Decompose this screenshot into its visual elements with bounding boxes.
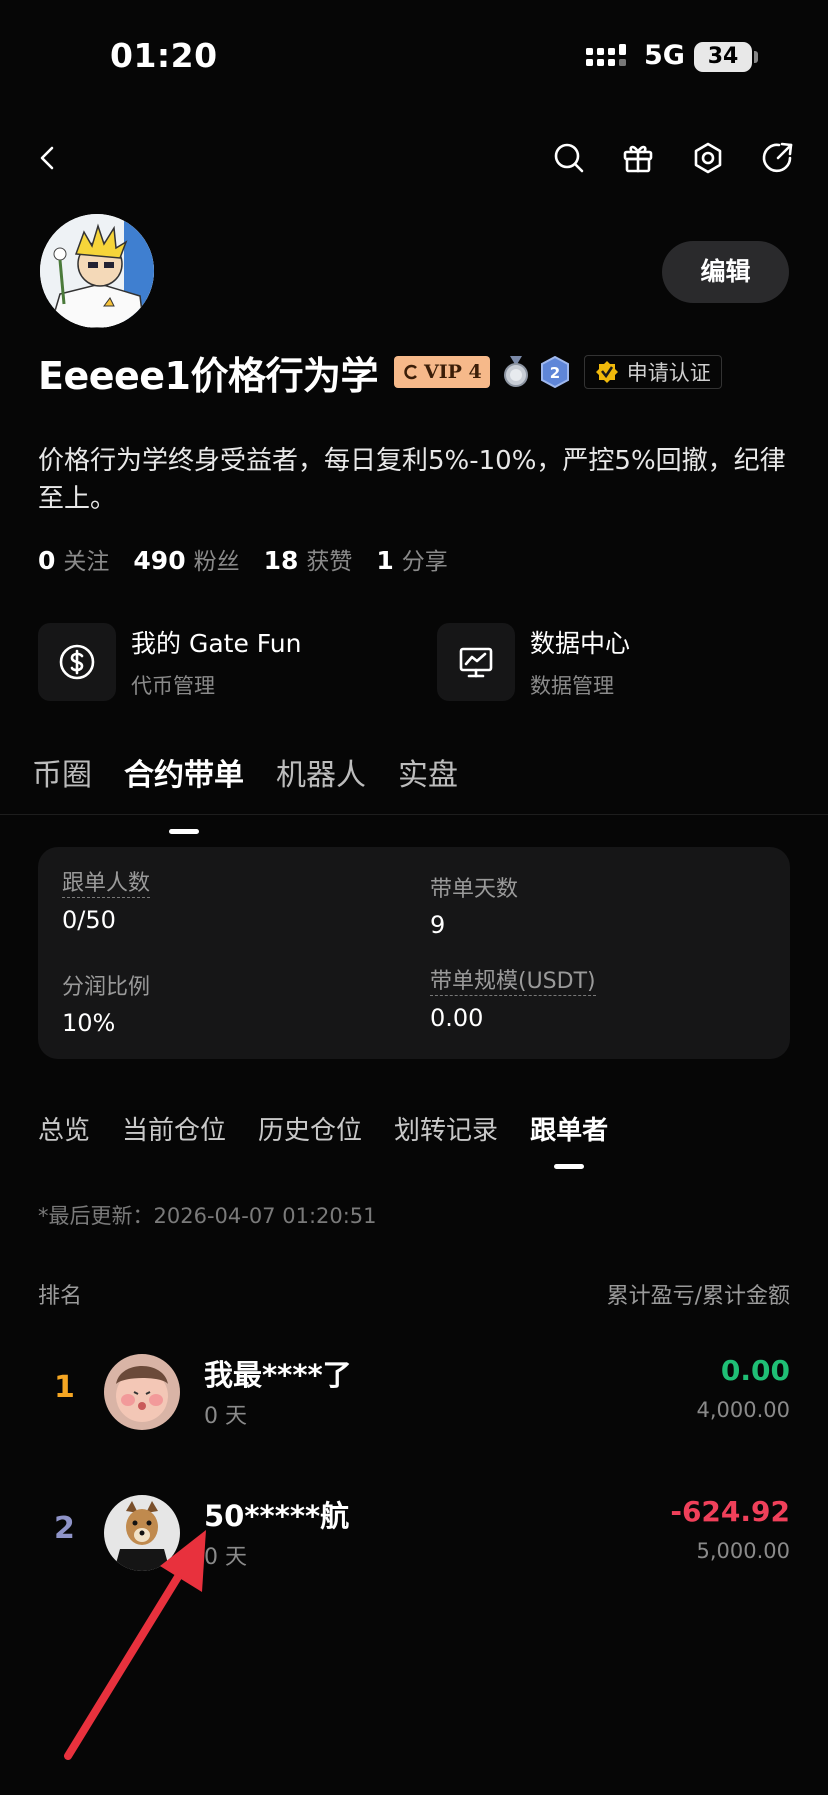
stat-label: 分享 [401,549,448,575]
top-nav [0,130,828,186]
main-tabs: 币圈 合约带单 机器人 实盘 [32,750,490,810]
follower-pnl: 0.00 [720,1354,790,1387]
rank-column-header: 排名 [38,1284,83,1309]
followers-count-label[interactable]: 跟单人数 [62,871,151,898]
profile-stats: 0 关注 490 粉丝 18 获赞 1 分享 [38,542,472,576]
tool-subtitle: 数据管理 [530,674,614,698]
lead-days-cell: 带单天数 9 [430,871,518,939]
search-icon[interactable] [549,138,589,178]
followers-count-value: 0/50 [62,906,116,934]
verified-badge-icon [595,361,618,383]
stat-followers[interactable]: 490 粉丝 [133,542,239,576]
profit-share-value: 10% [62,1009,116,1037]
tab-live[interactable]: 实盘 [398,750,458,810]
profile-avatar[interactable] [40,214,154,328]
dollar-icon [38,623,116,701]
profile-bio: 价格行为学终身受益者，每日复利5%-10%，严控5%回撤，纪律至上。 [38,446,786,514]
tab-transfer-records[interactable]: 划转记录 [394,1110,498,1147]
lead-days-label: 带单天数 [430,877,519,902]
signal-icon [586,44,626,66]
lead-days-value: 9 [430,911,446,939]
back-icon[interactable] [28,138,68,178]
level-badge-number: 2 [550,364,560,382]
stat-label: 获赞 [306,549,353,575]
tab-position-history[interactable]: 历史仓位 [258,1110,362,1147]
level-badge-icon[interactable]: 2 [540,356,570,388]
last-updated: *最后更新：2026-04-07 01:20:51 [38,1204,377,1228]
tab-bots[interactable]: 机器人 [276,750,366,810]
lead-scale-value: 0.00 [430,1004,484,1032]
stat-shares[interactable]: 1 分享 [376,542,447,576]
data-center-entry[interactable]: 数据中心 数据管理 [437,622,630,702]
network-type: 5G [644,40,685,71]
share-icon[interactable] [758,138,798,178]
follower-name: 50*****航 [204,1499,350,1533]
sub-tabs: 总览 当前仓位 历史仓位 划转记录 跟单者 [38,1110,640,1147]
lead-scale-label[interactable]: 带单规模(USDT) [430,969,596,996]
stat-likes[interactable]: 18 获赞 [264,542,353,576]
lead-scale-cell: 带单规模(USDT) 0.00 [430,969,596,1032]
status-bar: 01:20 5G 34 [0,0,828,110]
status-time: 01:20 [110,36,218,75]
battery-indicator: 34 [694,42,752,72]
gate-fun-entry[interactable]: 我的 Gate Fun 代币管理 [38,622,301,702]
followers-count-cell: 跟单人数 0/50 [62,871,151,934]
tabs-divider [0,814,828,815]
profile-name-row: Eeeee1价格行为学 VIP 4 2 申请认证 [38,346,722,398]
copy-trading-summary-card: 跟单人数 0/50 带单天数 9 分润比例 10% 带单规模(USDT) 0.0… [38,847,790,1059]
tab-current-positions[interactable]: 当前仓位 [122,1110,226,1147]
follower-total: 4,000.00 [696,1398,790,1422]
vip-icon [404,364,417,380]
stat-following[interactable]: 0 关注 [38,542,109,576]
tool-subtitle: 代币管理 [131,674,215,698]
followers-list-header: 排名 累计盈亏/累计金额 [38,1278,790,1310]
vip-badge[interactable]: VIP 4 [394,356,490,388]
follower-rank: 1 [54,1370,75,1405]
tool-title: 数据中心 [530,629,631,658]
tab-followers[interactable]: 跟单者 [530,1110,608,1147]
stat-label: 关注 [63,549,110,575]
chart-monitor-icon [437,623,515,701]
follower-avatar[interactable] [104,1354,180,1430]
tool-title: 我的 Gate Fun [131,629,302,658]
follower-pnl: -624.92 [670,1495,790,1528]
follower-total: 5,000.00 [696,1539,790,1563]
annotation-arrow-icon [64,1530,206,1760]
profit-share-cell: 分润比例 10% [62,969,150,1037]
vip-label: VIP 4 [424,361,482,383]
profile-name: Eeeee1价格行为学 [38,353,379,398]
apply-verification-button[interactable]: 申请认证 [583,355,722,389]
tab-coin-circle[interactable]: 币圈 [32,750,92,810]
stat-label: 粉丝 [193,549,240,575]
stat-value: 0 [38,546,56,575]
battery-cap [754,51,758,63]
tab-copy-trading[interactable]: 合约带单 [124,750,244,810]
silver-medal-icon[interactable] [502,356,530,388]
edit-profile-button[interactable]: 编辑 [662,241,789,303]
settings-hexagon-icon[interactable] [688,138,728,178]
verify-label: 申请认证 [626,361,711,385]
profit-share-label: 分润比例 [62,975,151,1000]
stat-value: 490 [133,546,186,575]
tab-overview[interactable]: 总览 [38,1110,90,1147]
follower-days: 0 天 [204,1404,247,1429]
follower-name: 我最****了 [204,1358,352,1392]
stat-value: 1 [376,546,394,575]
gift-icon[interactable] [618,138,658,178]
stat-value: 18 [263,546,299,575]
follower-row[interactable]: 1 我最****了 0 天 0.00 4,000.00 [38,1352,790,1432]
pnl-column-header: 累计盈亏/累计金额 [606,1284,790,1309]
